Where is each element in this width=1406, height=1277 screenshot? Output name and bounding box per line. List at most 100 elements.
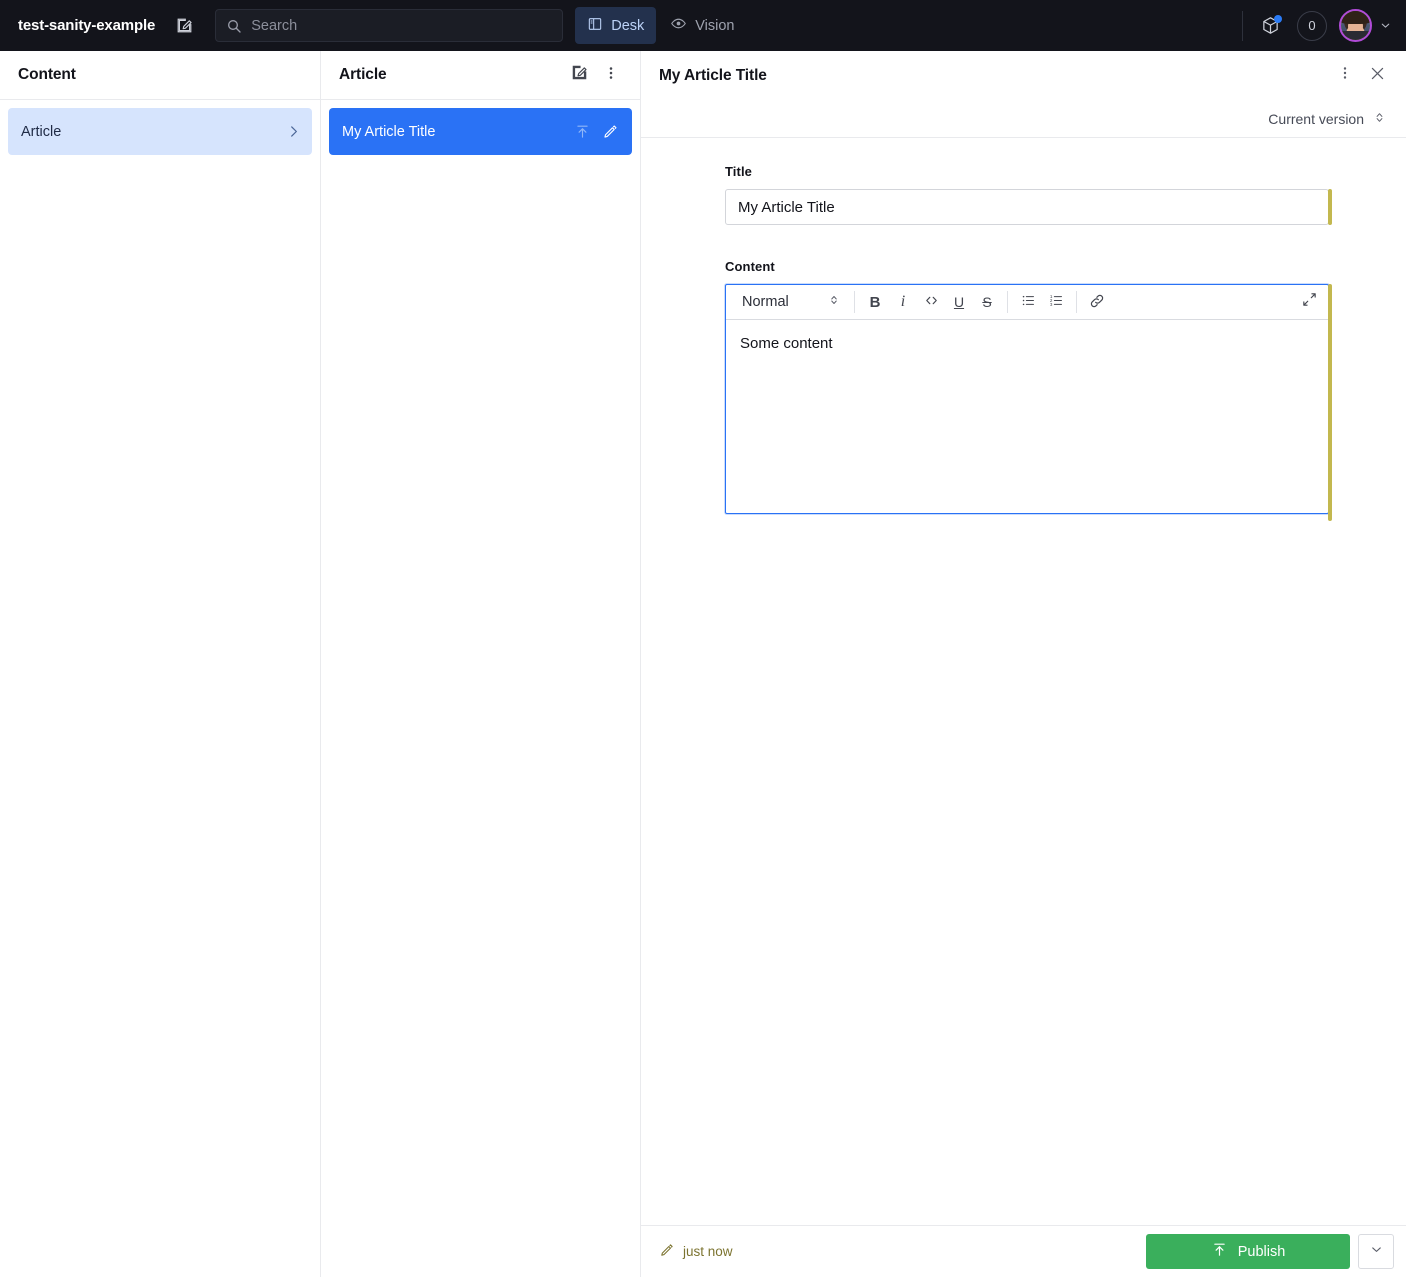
document-menu-button[interactable] [1330,61,1360,91]
publish-button[interactable]: Publish [1146,1234,1350,1269]
code-icon [923,292,940,312]
chevron-down-icon [1379,19,1392,32]
sanity-studio-app: test-sanity-example Search Desk Vision 0… [0,0,1406,1277]
document-status-icons [572,122,624,142]
italic-button[interactable]: i [889,289,917,315]
underline-icon: U [953,294,965,310]
user-menu-button[interactable] [1339,9,1392,42]
numbered-list-button[interactable]: 1 2 3 [1042,289,1070,315]
close-document-button[interactable] [1362,61,1392,91]
search-input[interactable]: Search [215,9,564,42]
strikethrough-icon: S [982,294,992,310]
chevron-up-down-icon [1373,110,1386,128]
bulleted-list-button[interactable] [1014,289,1042,315]
numbered-list-icon: 1 2 3 [1048,292,1065,312]
change-indicator-content [1328,284,1332,521]
navbar-divider [1242,10,1243,41]
tab-desk-label: Desk [611,17,645,34]
chevron-up-down-icon [828,293,840,311]
strikethrough-button[interactable]: S [973,289,1001,315]
eye-icon [670,15,687,36]
article-pane-header: Article [321,51,640,100]
text-style-label: Normal [742,294,789,310]
arrow-up-to-line-icon [1211,1241,1228,1262]
close-icon [1368,64,1387,88]
portable-text-editor[interactable]: Normal B i U S 1 2 3 Some content [725,284,1329,514]
change-indicator-title [1328,189,1332,225]
last-edited-label: just now [683,1244,733,1259]
package-cube-icon[interactable] [1253,9,1287,43]
bold-icon: B [869,293,881,311]
title-input[interactable] [725,189,1329,225]
navbar-right-group: 0 [1242,0,1392,51]
publish-options-button[interactable] [1358,1234,1394,1269]
content-pane-header: Content [0,51,320,100]
tab-desk[interactable]: Desk [575,7,657,44]
document-form: Title Content Normal [641,138,1406,521]
sidebar-item-article[interactable]: Article [8,108,312,155]
arrow-up-to-line-icon [572,122,592,142]
version-label: Current version [1268,110,1364,127]
svg-text:3: 3 [1049,302,1052,307]
tab-vision[interactable]: Vision [658,7,746,44]
presence-count[interactable]: 0 [1297,10,1327,41]
compose-icon [570,63,589,87]
list-item-label: Article [21,123,62,140]
italic-icon: i [900,293,906,310]
ellipsis-vertical-icon [1336,64,1354,87]
search-placeholder: Search [251,17,298,34]
search-icon [226,18,242,34]
chevron-right-icon [285,123,302,140]
expand-editor-button[interactable] [1294,289,1324,315]
document-footer: just now Publish [641,1225,1406,1277]
pencil-icon [659,1242,675,1261]
link-icon [1088,292,1106,313]
chevron-down-icon [1369,1242,1384,1262]
package-update-badge [1274,14,1282,23]
desk-panel-icon [587,16,603,36]
top-navbar: test-sanity-example Search Desk Vision 0 [0,0,1406,51]
field-content: Content Normal B i U S 1 2 3 Some conten… [725,259,1332,521]
footer-actions: Publish [1146,1234,1394,1269]
page-title: Content [18,66,76,83]
bulleted-list-icon [1020,292,1037,312]
link-button[interactable] [1083,289,1111,315]
compose-icon[interactable] [169,11,199,41]
toolbar-separator [854,291,855,313]
publish-button-label: Publish [1237,1243,1286,1260]
toolbar-separator [1007,291,1008,313]
article-pane-title: Article [339,66,387,83]
document-pane: My Article Title Current version Title M… [641,51,1406,1277]
article-pane-actions [564,60,626,90]
content-pane-list: Article [0,100,320,1277]
list-item[interactable]: My Article Title [329,108,632,155]
ellipsis-vertical-icon [602,64,620,87]
content-pane: Content Article [0,51,321,1277]
underline-button[interactable]: U [945,289,973,315]
bold-button[interactable]: B [861,289,889,315]
field-title-label: Title [725,164,752,179]
document-pane-title: My Article Title [659,66,767,84]
document-title: My Article Title [342,123,436,140]
document-form-scroll[interactable]: Title Content Normal [641,138,1406,1225]
studio-body: Content Article Article My Article Title… [0,51,1406,1277]
field-content-label: Content [725,259,775,274]
avatar [1339,9,1372,42]
pane-menu-button[interactable] [596,60,626,90]
document-pane-actions [1330,61,1392,91]
code-button[interactable] [917,289,945,315]
create-new-document-button[interactable] [564,60,594,90]
workspace-title: test-sanity-example [18,17,156,34]
pencil-icon [600,122,620,142]
article-document-list: My Article Title [321,100,640,1277]
article-pane: Article My Article Title [321,51,641,1277]
editor-toolbar: Normal B i U S 1 2 3 [726,285,1328,320]
tab-vision-label: Vision [695,17,735,34]
expand-icon [1301,291,1318,313]
navbar-tabs: Desk Vision [575,7,746,44]
last-edited-status: just now [659,1242,733,1261]
content-editor-area[interactable]: Some content [726,320,1328,513]
toolbar-separator [1076,291,1077,313]
version-select[interactable]: Current version [1266,106,1388,132]
text-style-select[interactable]: Normal [732,289,848,315]
